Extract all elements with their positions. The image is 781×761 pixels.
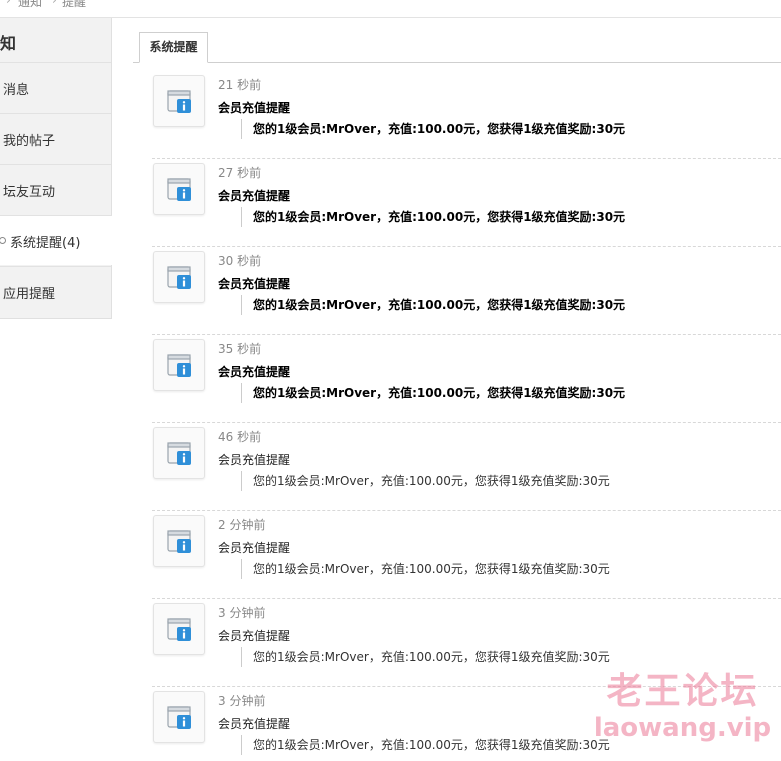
notification-title: 会员充值提醒 xyxy=(218,365,291,379)
notification-title: 会员充值提醒 xyxy=(218,453,291,467)
sidebar-item-label: 应用提醒 xyxy=(3,287,56,302)
info-window-svg xyxy=(167,530,191,553)
sidebar-item-system-reminders[interactable]: 系统提醒(4) xyxy=(0,215,112,265)
sidebar-title: 知 xyxy=(0,34,17,53)
notification-item: 30 秒前会员充值提醒您的1级会员:MrOver，充值:100.00元，您获得1… xyxy=(152,246,781,335)
info-window-icon[interactable] xyxy=(153,339,205,391)
notification-title: 会员充值提醒 xyxy=(218,277,291,291)
info-window-svg xyxy=(167,178,191,201)
notification-item: 35 秒前会员充值提醒您的1级会员:MrOver，充值:100.00元，您获得1… xyxy=(152,334,781,423)
info-window-icon[interactable] xyxy=(153,251,205,303)
notification-title: 会员充值提醒 xyxy=(218,541,291,555)
info-window-svg xyxy=(167,706,191,729)
notification-body: 您的1级会员:MrOver，充值:100.00元，您获得1级充值奖励:30元 xyxy=(241,383,625,403)
notification-item: 27 秒前会员充值提醒您的1级会员:MrOver，充值:100.00元，您获得1… xyxy=(152,158,781,247)
info-window-svg xyxy=(167,354,191,377)
notification-item: 2 分钟前会员充值提醒您的1级会员:MrOver，充值:100.00元，您获得1… xyxy=(152,510,781,599)
notification-body: 您的1级会员:MrOver，充值:100.00元，您获得1级充值奖励:30元 xyxy=(241,295,625,315)
sidebar-item-label: 系统提醒(4) xyxy=(10,236,81,251)
notification-body: 您的1级会员:MrOver，充值:100.00元，您获得1级充值奖励:30元 xyxy=(241,735,610,755)
info-window-svg xyxy=(167,90,191,113)
tab-bar-divider xyxy=(133,62,781,63)
breadcrumb: › 通知 › 提醒 xyxy=(0,0,781,18)
notification-item: 46 秒前会员充值提醒您的1级会员:MrOver，充值:100.00元，您获得1… xyxy=(152,422,781,511)
sidebar: 知 消息 我的帖子 坛友互动 系统提醒(4) 应用提醒 xyxy=(0,18,112,319)
notification-title: 会员充值提醒 xyxy=(218,717,291,731)
info-window-svg xyxy=(167,618,191,641)
sidebar-item-interactions[interactable]: 坛友互动 xyxy=(0,164,111,214)
notification-time: 2 分钟前 xyxy=(218,518,266,532)
breadcrumb-separator: › xyxy=(6,0,11,7)
notification-title: 会员充值提醒 xyxy=(218,189,291,203)
notification-title: 会员充值提醒 xyxy=(218,629,291,643)
info-window-icon[interactable] xyxy=(153,515,205,567)
notification-item: 21 秒前会员充值提醒您的1级会员:MrOver，充值:100.00元，您获得1… xyxy=(152,70,781,159)
info-window-icon[interactable] xyxy=(153,427,205,479)
notification-time: 27 秒前 xyxy=(218,166,262,180)
info-window-icon[interactable] xyxy=(153,75,205,127)
sidebar-item-my-posts[interactable]: 我的帖子 xyxy=(0,113,111,163)
sidebar-item-app-reminders[interactable]: 应用提醒 xyxy=(0,266,111,316)
sidebar-item-label: 消息 xyxy=(3,83,30,98)
info-window-icon[interactable] xyxy=(153,163,205,215)
notification-time: 3 分钟前 xyxy=(218,606,266,620)
notification-body: 您的1级会员:MrOver，充值:100.00元，您获得1级充值奖励:30元 xyxy=(241,559,610,579)
notification-time: 30 秒前 xyxy=(218,254,262,268)
breadcrumb-item-notice[interactable]: 通知 xyxy=(18,0,42,10)
notification-body: 您的1级会员:MrOver，充值:100.00元，您获得1级充值奖励:30元 xyxy=(241,207,625,227)
active-dot-icon xyxy=(0,237,6,244)
notification-time: 46 秒前 xyxy=(218,430,262,444)
notification-time: 3 分钟前 xyxy=(218,694,266,708)
breadcrumb-separator: › xyxy=(52,0,57,7)
notification-body: 您的1级会员:MrOver，充值:100.00元，您获得1级充值奖励:30元 xyxy=(241,119,625,139)
info-window-svg xyxy=(167,266,191,289)
notification-item: 3 分钟前会员充值提醒您的1级会员:MrOver，充值:100.00元，您获得1… xyxy=(152,598,781,687)
notification-time: 35 秒前 xyxy=(218,342,262,356)
tab-system-reminders[interactable]: 系统提醒 xyxy=(139,32,208,63)
info-window-svg xyxy=(167,442,191,465)
notification-time: 21 秒前 xyxy=(218,78,262,92)
info-window-icon[interactable] xyxy=(153,603,205,655)
info-window-icon[interactable] xyxy=(153,691,205,743)
notification-body: 您的1级会员:MrOver，充值:100.00元，您获得1级充值奖励:30元 xyxy=(241,647,610,667)
notification-title: 会员充值提醒 xyxy=(218,101,291,115)
notification-item: 3 分钟前会员充值提醒您的1级会员:MrOver，充值:100.00元，您获得1… xyxy=(152,686,781,761)
sidebar-item-messages[interactable]: 消息 xyxy=(0,62,111,112)
breadcrumb-item-remind[interactable]: 提醒 xyxy=(62,0,86,10)
sidebar-item-label: 坛友互动 xyxy=(3,185,56,200)
sidebar-item-label: 我的帖子 xyxy=(3,134,56,149)
notification-body: 您的1级会员:MrOver，充值:100.00元，您获得1级充值奖励:30元 xyxy=(241,471,610,491)
